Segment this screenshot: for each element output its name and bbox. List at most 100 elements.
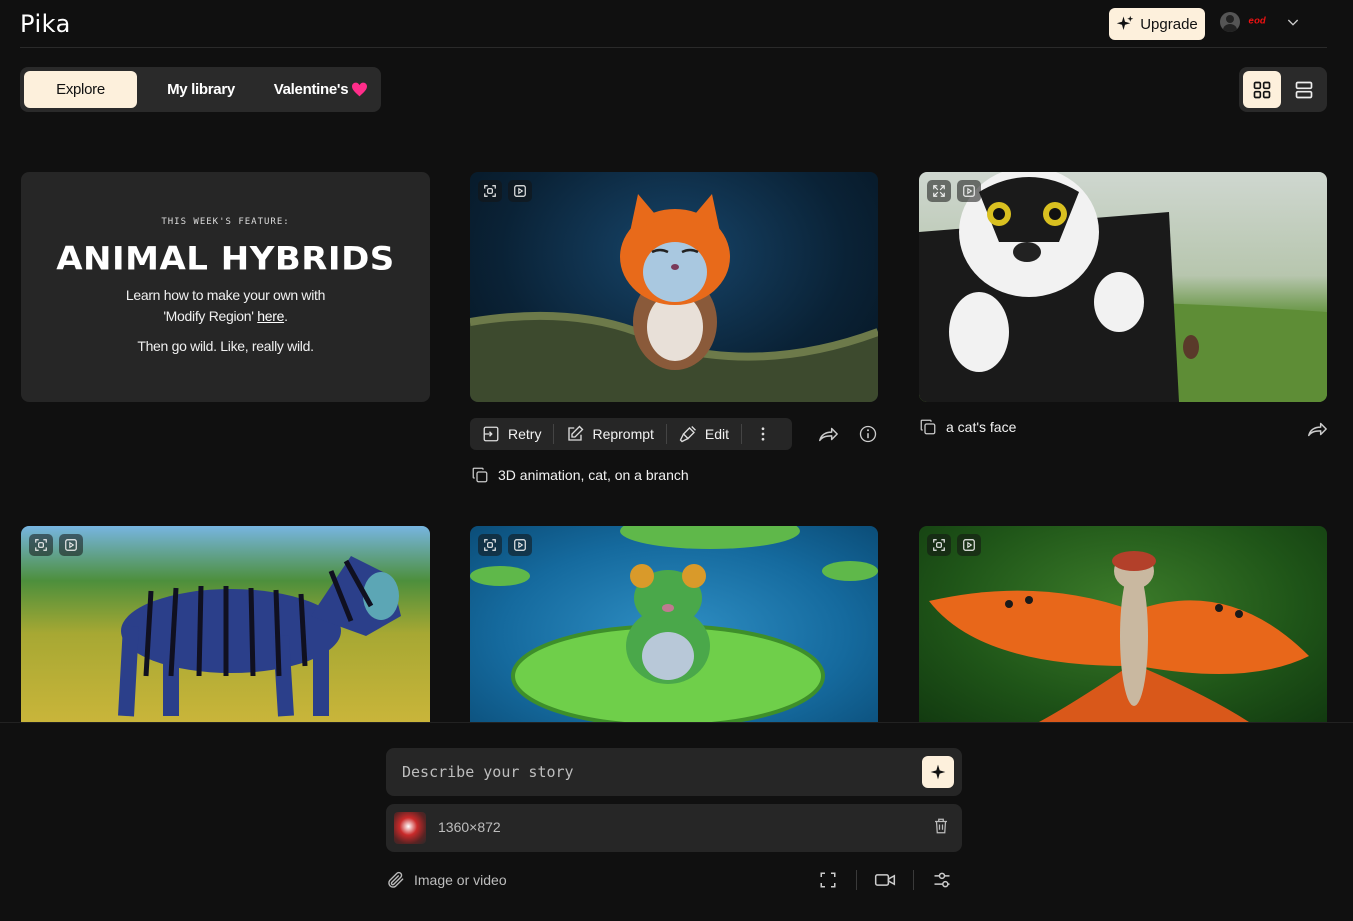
aspect-ratio-button[interactable] [816,868,840,892]
edit-button[interactable]: Edit [679,424,741,444]
divider [665,424,667,444]
retry-button[interactable]: Retry [482,424,553,444]
share-icon [1308,422,1327,437]
caption-text: a cat's face [946,419,1017,435]
settings-button[interactable] [930,868,954,892]
divider [741,424,743,444]
chevron-down-icon [1288,19,1299,26]
sparkle-icon [930,764,946,780]
video-play-icon[interactable] [957,534,981,556]
user-menu[interactable]: ᵉᵒᵈ [1220,12,1301,32]
list-icon [1295,81,1313,98]
info-icon [859,425,877,443]
thumbnail-badges [478,534,532,556]
divider [913,870,914,890]
feature-line-2: 'Modify Region' here. [21,306,430,327]
info-button[interactable] [856,422,880,446]
prompt-dock: 1360×872 Image or video [0,722,1353,921]
tab-valentines-label: Valentine's [273,81,349,98]
video-thumbnail-cat-face[interactable] [919,172,1327,402]
feature-line-2-text: 'Modify Region' [163,308,258,324]
pika-logo[interactable]: Pika [20,10,71,38]
image-or-video-button[interactable]: Image or video [386,870,507,890]
video-thumbnail-butterfly[interactable] [919,526,1327,722]
view-toggle [1239,67,1327,112]
feature-line-1: Learn how to make your own with [125,287,326,303]
retry-label: Retry [508,426,542,442]
avatar [1220,12,1240,32]
retry-icon [483,426,499,442]
generate-button[interactable] [922,756,954,788]
cow-cat-illustration [919,172,1327,402]
video-play-icon[interactable] [59,534,83,556]
top-header: Pika Upgrade ᵉᵒᵈ [20,0,1327,48]
thumbnail-badges [29,534,83,556]
nav-tabs: Explore My library Valentine's [20,67,381,112]
divider [553,424,555,444]
grid-view-button[interactable] [1243,71,1281,108]
caption-text: 3D animation, cat, on a branch [498,467,689,483]
video-play-icon[interactable] [957,180,981,202]
share-icon [819,427,838,442]
pencil-square-icon [568,425,584,441]
prompt-box [386,748,962,796]
heart-icon [352,82,368,97]
tab-valentines[interactable]: Valentine's [265,71,377,108]
feature-here-link[interactable]: here [257,308,284,324]
attachment-thumbnail[interactable] [394,812,426,844]
sliders-icon [934,872,950,888]
cat-illustration [470,194,878,402]
more-vertical-icon [761,427,765,441]
feature-title: ANIMAL HYBRIDS [56,240,395,278]
attachment-size: 1360×872 [438,819,501,835]
caption-cat-face[interactable]: a cat's face [919,418,1016,436]
video-thumbnail-frog[interactable] [470,526,878,722]
share-button[interactable] [816,422,840,446]
video-camera-icon [874,874,896,886]
reprompt-button[interactable]: Reprompt [566,424,665,444]
story-prompt-input[interactable] [386,748,906,796]
tab-my-library[interactable]: My library [137,71,265,108]
expand-icon[interactable] [927,180,951,202]
list-view-button[interactable] [1285,71,1323,108]
app-root: Pika Upgrade ᵉᵒᵈ Explore My library Vale… [0,0,1353,921]
region-icon[interactable] [29,534,53,556]
thumbnail-badges [927,534,981,556]
frame-icon [820,872,836,888]
video-play-icon[interactable] [508,534,532,556]
region-icon[interactable] [478,180,502,202]
copy-icon [472,467,488,483]
prompt-toolbar: Image or video [386,868,962,892]
grid-icon [1253,81,1271,98]
camera-control-button[interactable] [873,868,897,892]
region-icon[interactable] [927,534,951,556]
sparkle-icon [1116,15,1134,30]
username: ᵉᵒᵈ [1248,14,1266,30]
feature-kicker: THIS WEEK'S FEATURE: [161,217,290,227]
paperclip-icon [388,871,404,888]
brush-icon [679,426,696,443]
region-icon[interactable] [478,534,502,556]
divider [856,870,857,890]
edit-label: Edit [704,426,730,442]
feature-line-2-period: . [284,308,288,324]
upgrade-button[interactable]: Upgrade [1109,8,1205,40]
thumbnail-badges [478,180,532,202]
video-play-icon[interactable] [508,180,532,202]
thumbnail-badges [927,180,981,202]
tab-explore[interactable]: Explore [24,71,137,108]
feature-line-3: Then go wild. Like, really wild. [137,338,314,354]
feature-card: THIS WEEK'S FEATURE: ANIMAL HYBRIDS Lear… [21,172,430,402]
copy-icon [920,419,936,435]
more-button[interactable] [754,424,784,444]
caption-cat-branch[interactable]: 3D animation, cat, on a branch [471,466,689,484]
video-action-bar: Retry Reprompt Edit [470,418,792,450]
reprompt-label: Reprompt [592,426,654,442]
image-or-video-label: Image or video [414,872,507,888]
remove-attachment-button[interactable] [932,816,950,841]
video-thumbnail-zebra[interactable] [21,526,430,722]
trash-icon [935,818,947,834]
attachment-row: 1360×872 [386,804,962,852]
share-button[interactable] [1305,417,1329,441]
video-thumbnail-cat-branch[interactable] [470,172,878,402]
